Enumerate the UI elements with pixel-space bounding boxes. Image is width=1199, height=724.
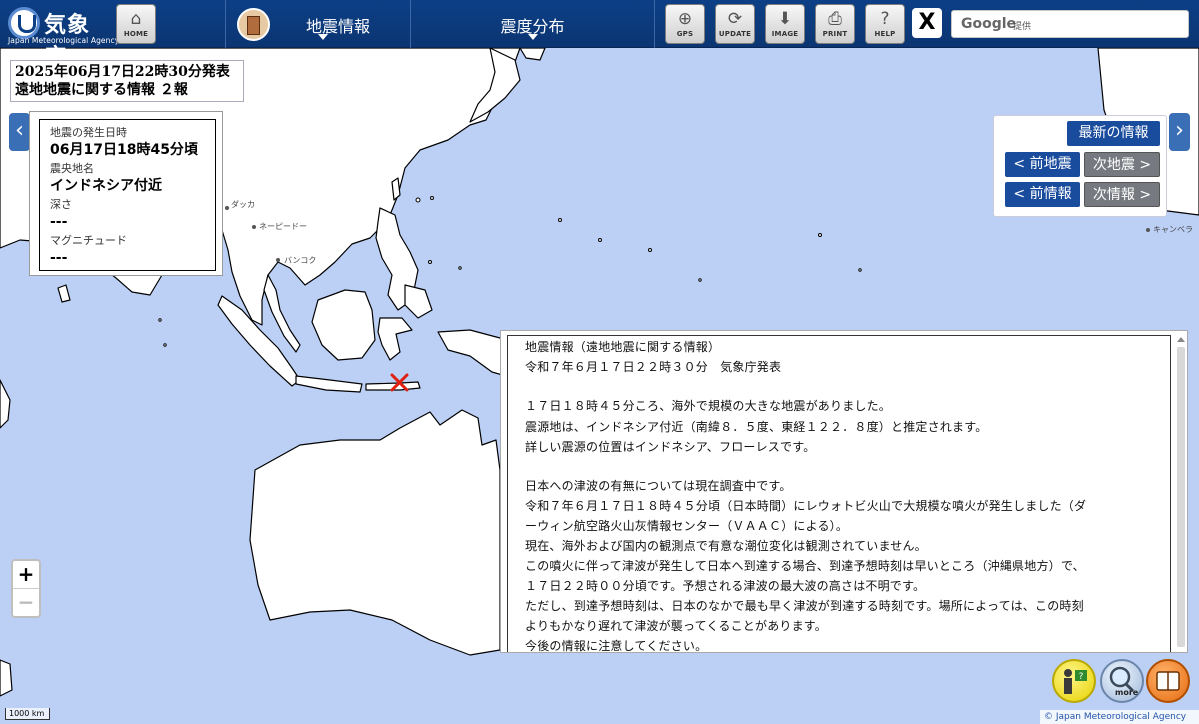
bulletin-title-box: 2025年06月17日22時30分発表 遠地地震に関する情報 ２報 (10, 60, 244, 102)
google-provided-label: 提供 (1013, 22, 1032, 32)
scrollbar-thumb[interactable] (1177, 347, 1185, 647)
question-icon: ? (880, 9, 890, 29)
update-button[interactable]: ⟳ UPDATE (715, 4, 755, 44)
help-button-label: HELP (874, 30, 896, 38)
city-label-canberra: キャンベラ (1153, 225, 1193, 234)
taiwan (391, 177, 401, 201)
earthquake-info-menu-label: 地震情報 (305, 17, 370, 36)
origin-time-label: 地震の発生日時 (50, 126, 127, 139)
google-search-box[interactable]: Google 提供 (951, 10, 1189, 38)
download-icon: ⬇ (777, 9, 793, 29)
chevron-down-icon (527, 34, 538, 40)
quake-summary-frame: 地震の発生日時 06月17日18時45分頃 震央地名 インドネシア付近 深さ -… (39, 119, 216, 271)
home-button-label: HOME (123, 30, 149, 38)
refresh-icon: ⟳ (727, 9, 743, 29)
bulletin-line: １７日１８時４５分ころ、海外で規模の大きな地震がありました。 (525, 399, 892, 413)
bulletin-issued-time: 2025年06月17日22時30分発表 (15, 64, 230, 80)
magnitude-value: --- (50, 250, 68, 266)
google-brand: Google (961, 16, 1017, 32)
quake-summary-box: 地震の発生日時 06月17日18時45分頃 震央地名 インドネシア付近 深さ -… (29, 111, 223, 276)
more-label: more (1115, 688, 1139, 697)
bulletin-line: ただし、到達予想時刻は、日本のなかで最も早く津波が到達する時刻です。場所によって… (525, 599, 1084, 613)
scroll-up-icon[interactable] (1177, 337, 1185, 342)
header-bar: 気象庁 Japan Meteorological Agency ⌂ HOME 地… (0, 0, 1199, 70)
bulletin-line: １７日２２時００分頃です。予想される津波の最大波の高さは不明です。 (525, 579, 926, 593)
book-icon (1156, 671, 1180, 691)
depth-value: --- (50, 214, 68, 230)
crosshair-icon: ⊕ (677, 9, 693, 29)
bulletin-title: 遠地地震に関する情報 ２報 (15, 82, 188, 98)
bulletin-line: 地震情報（遠地地震に関する情報） (525, 340, 721, 354)
bulletin-line: この噴火に伴って津波が発生して日本へ到達する場合、到達予想時刻は早いところ（沖縄… (525, 559, 1085, 573)
next-quake-button[interactable]: 次地震 > (1084, 152, 1160, 177)
jma-logo[interactable]: 気象庁 Japan Meteorological Agency (6, 3, 119, 70)
zoom-control: + − (11, 559, 41, 618)
help-person-icon: ? (1064, 669, 1087, 694)
bulletin-line: 令和７年６月１７日２２時３０分 気象庁発表 (525, 360, 782, 374)
gps-button[interactable]: ⊕ GPS (665, 4, 705, 44)
city-label-dhaka: ダッカ (231, 199, 255, 209)
help-person-button[interactable]: ? (1052, 659, 1096, 703)
next-panel-arrow-button[interactable]: › (1169, 113, 1190, 151)
bulletin-line: 今後の情報に注意してください。 (525, 639, 708, 653)
earthquake-info-menu[interactable]: 地震情報 (225, 0, 410, 48)
bulletin-line: よりもかなり遅れて津波が襲ってくることがあります。 (525, 619, 828, 633)
bulletin-line: 詳しい震源の位置はインドネシア、フローレスです。 (525, 440, 816, 454)
print-button-label: PRINT (822, 30, 848, 38)
map-scale-bar: 1000 km (5, 708, 50, 720)
prev-panel-arrow-button[interactable]: ‹ (9, 113, 30, 151)
print-button[interactable]: ⎙ PRINT (815, 4, 855, 44)
map-attribution[interactable]: © Japan Meteorological Agency (1040, 710, 1199, 724)
depth-label: 深さ (50, 198, 72, 211)
latest-info-button[interactable]: 最新の情報 (1067, 121, 1160, 146)
epicenter-name-label: 震央地名 (50, 162, 94, 175)
help-button[interactable]: ? HELP (865, 4, 905, 44)
bulletin-line: 震源地は、インドネシア付近（南緯８．５度、東経１２２．８度）と推定されます。 (525, 420, 988, 434)
home-button[interactable]: ⌂ HOME (116, 4, 156, 44)
intensity-distribution-menu[interactable]: 震度分布 (410, 0, 655, 48)
epicenter-name-value: インドネシア付近 (50, 178, 162, 194)
bulletin-text-panel[interactable]: 地震情報（遠地地震に関する情報） 令和７年６月１７日２２時３０分 気象庁発表 １７日… (500, 330, 1188, 653)
origin-time-value: 06月17日18時45分頃 (50, 142, 198, 158)
next-info-button[interactable]: 次情報 > (1084, 182, 1160, 207)
bulletin-line: 現在、海外および国内の観測点で有意な潮位変化は観測されていません。 (525, 539, 927, 553)
report-navigation-box: 最新の情報 < 前地震 次地震 > < 前情報 次情報 > (993, 115, 1167, 217)
chevron-down-icon (318, 34, 328, 40)
prev-quake-button[interactable]: < 前地震 (1005, 152, 1080, 177)
bulletin-line: 令和７年６月１７日１８時４５分頃（日本時間）にレウォトビ火山で大規模な噴火が発生… (525, 499, 1087, 513)
city-label-bangkok: バンコク (284, 256, 316, 265)
printer-icon: ⎙ (828, 9, 842, 29)
image-button[interactable]: ⬇ IMAGE (765, 4, 805, 44)
image-button-label: IMAGE (771, 30, 799, 38)
more-button[interactable]: more (1100, 659, 1144, 703)
jma-logo-icon (8, 7, 40, 39)
guide-book-button[interactable] (1146, 659, 1190, 703)
x-share-button[interactable]: X (912, 8, 942, 38)
zoom-in-button[interactable]: + (13, 561, 39, 588)
city-label-naypyidaw: ネーピードー (259, 222, 307, 231)
update-button-label: UPDATE (718, 30, 752, 38)
magnitude-label: マグニチュード (50, 234, 127, 247)
bulletin-line: 日本への津波の有無については現在調査中です。 (525, 479, 792, 493)
logo-subtitle: Japan Meteorological Agency (8, 36, 120, 45)
bulletin-scrollbar[interactable] (1176, 335, 1186, 651)
svg-text:?: ? (1079, 672, 1084, 682)
gps-button-label: GPS (676, 30, 694, 38)
app: ダッカ ネーピードー バンコク キャンベラ 気象庁 Japan Meteorol… (0, 0, 1199, 724)
zoom-out-button[interactable]: − (13, 588, 39, 615)
house-icon: ⌂ (130, 9, 142, 29)
bulletin-line: ーウィン航空路火山灰情報センター（ＶＡＡＣ）による）。 (525, 519, 849, 533)
prev-info-button[interactable]: < 前情報 (1005, 182, 1080, 207)
